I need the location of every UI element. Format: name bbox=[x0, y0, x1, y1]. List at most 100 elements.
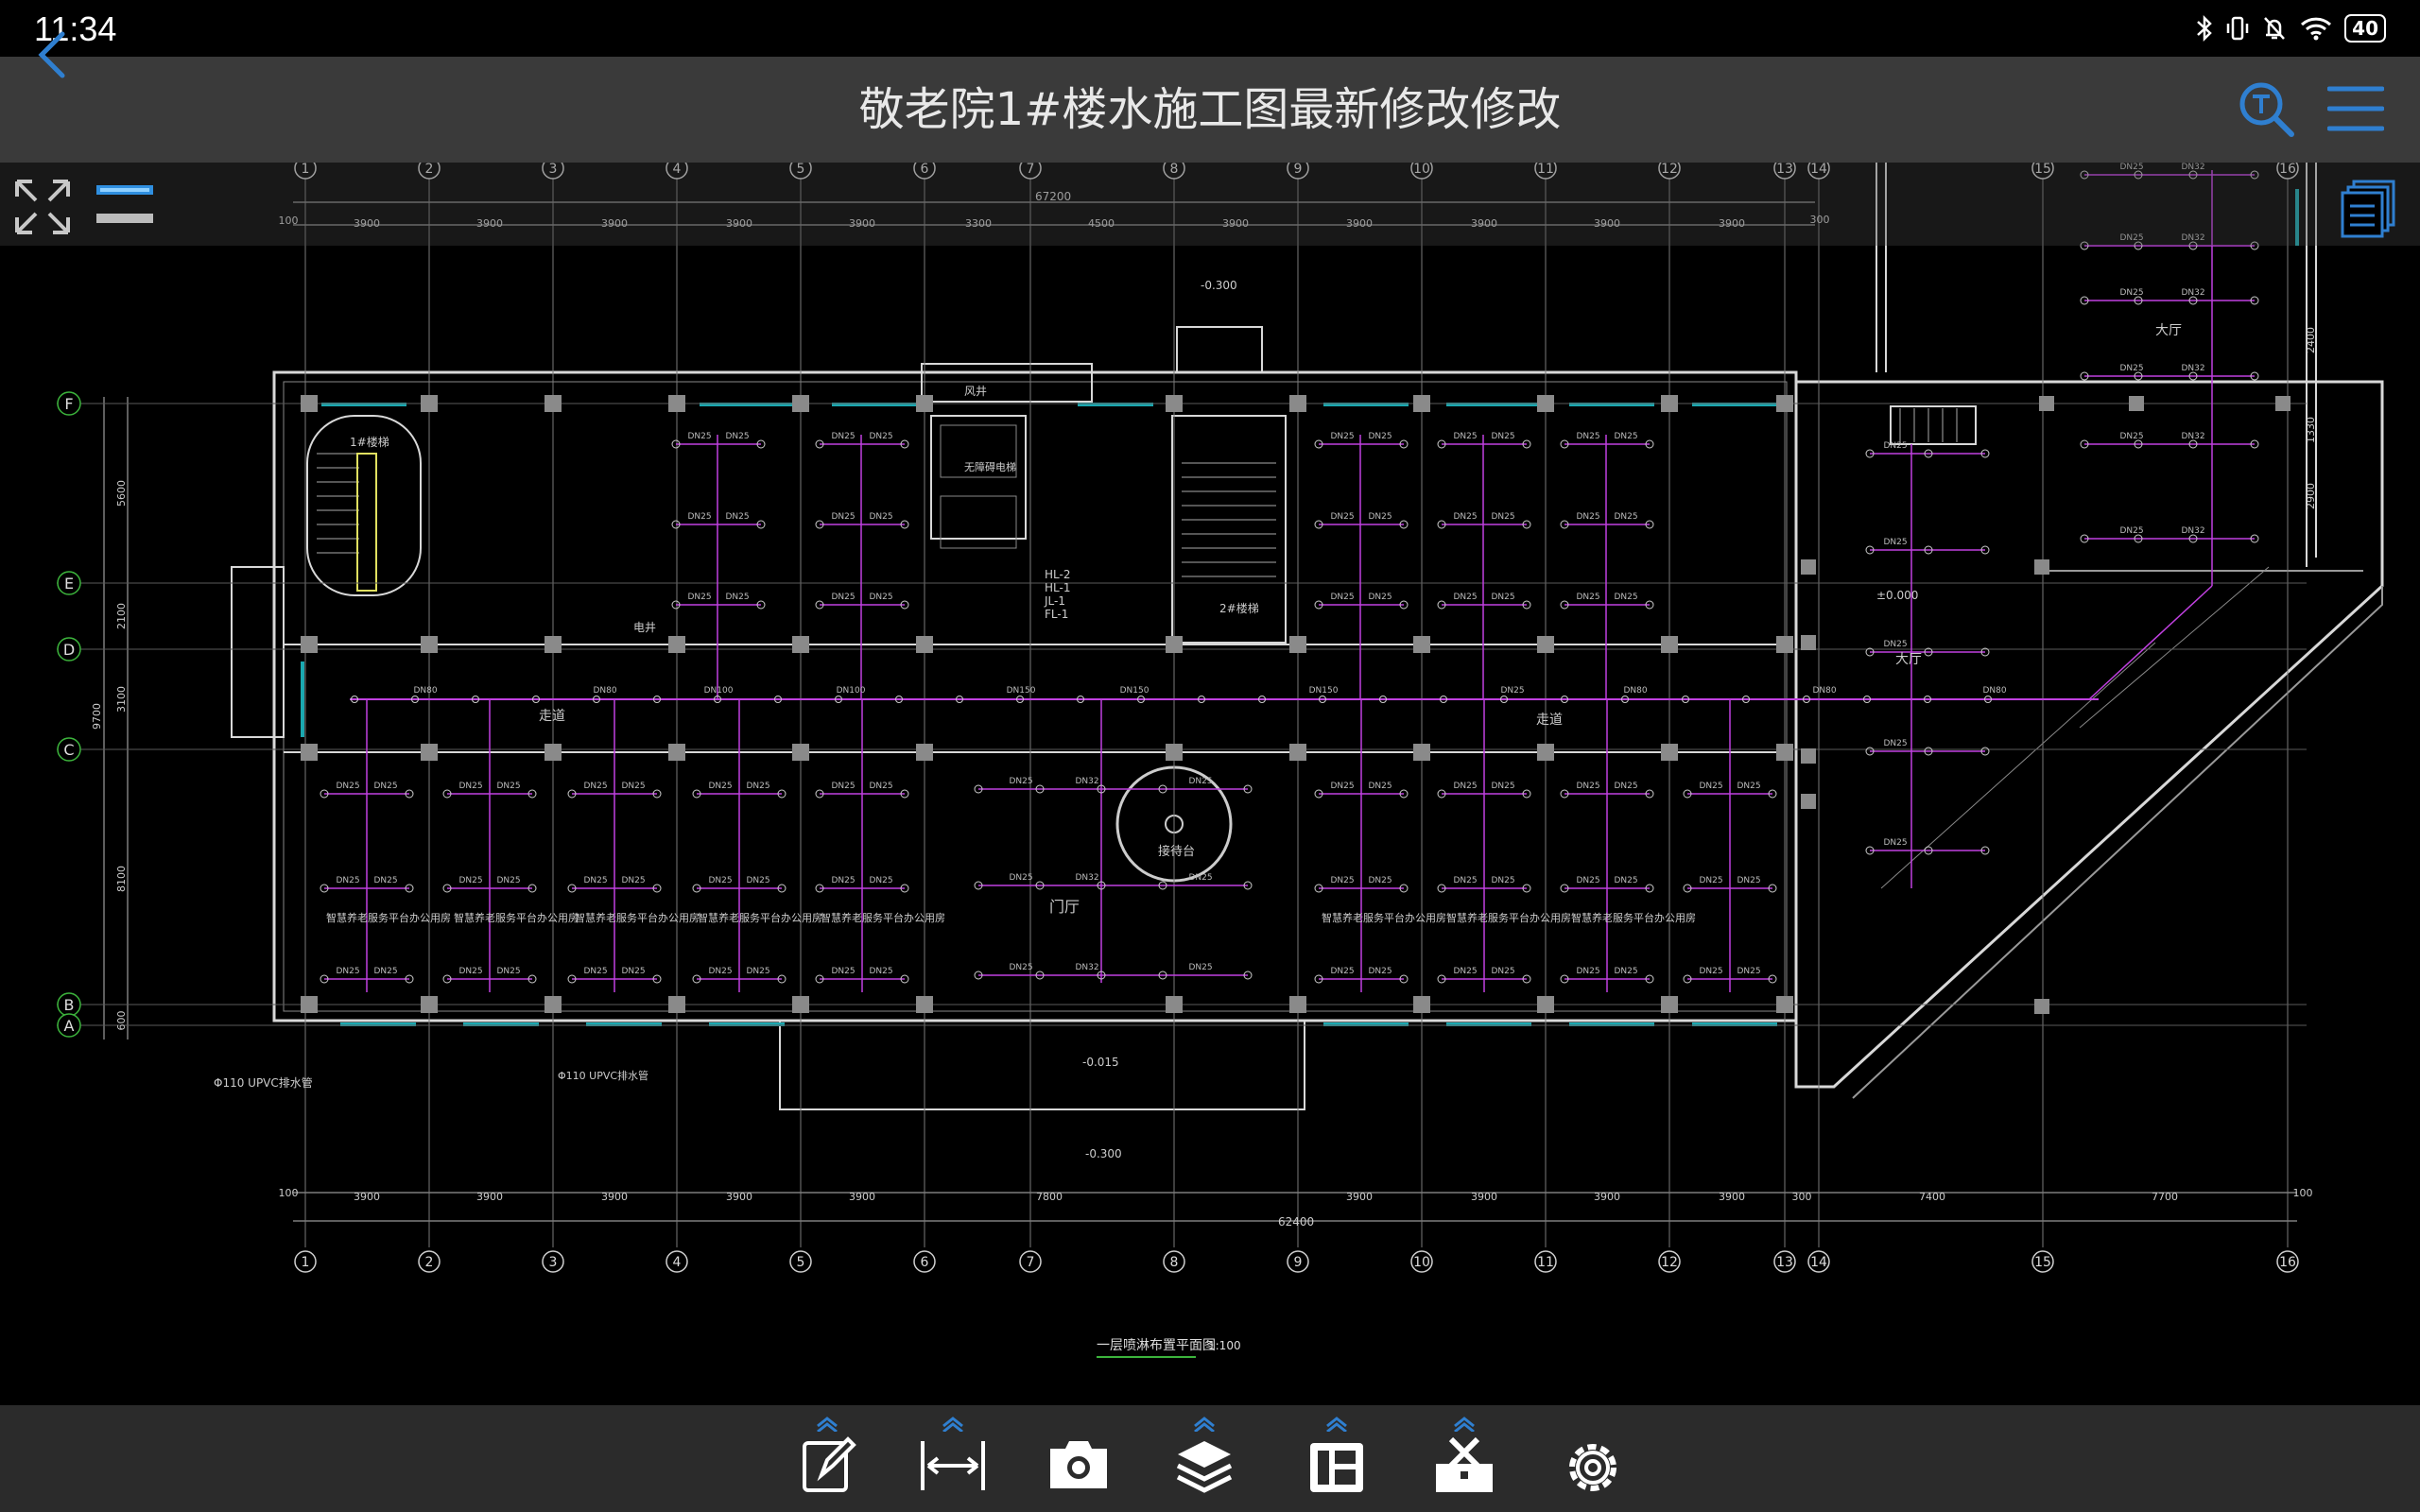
gear-icon bbox=[1569, 1444, 1616, 1491]
column bbox=[2034, 999, 2049, 1014]
column bbox=[1537, 395, 1554, 412]
grid-letter-label: B bbox=[64, 996, 75, 1014]
room-label-corridor-2: 走道 bbox=[1536, 713, 1563, 728]
vertical-grid-lines: 1122334455667788991010111112121313141415… bbox=[294, 163, 2299, 1273]
back-button[interactable] bbox=[28, 26, 81, 79]
pipe-size-label: DN25 bbox=[373, 876, 397, 885]
dimension-label: 3900 bbox=[726, 1191, 752, 1203]
pipe-size-label: DN25 bbox=[708, 782, 732, 791]
pipe-size-label: DN25 bbox=[1614, 967, 1637, 976]
column bbox=[668, 996, 685, 1013]
pipe-size-label: DN25 bbox=[1737, 967, 1760, 976]
measure-tool-button[interactable] bbox=[915, 1405, 991, 1512]
room-label-office-5: 智慧养老服务平台办公用房 bbox=[821, 911, 945, 924]
dimension-label: 600 bbox=[115, 1011, 128, 1031]
pipe-size-label: DN25 bbox=[496, 782, 520, 791]
dimension-label: 3900 bbox=[1471, 1191, 1497, 1203]
level-hall: ±0.000 bbox=[1876, 589, 1918, 602]
pipe-size-label: DN25 bbox=[725, 512, 749, 522]
menu-button[interactable] bbox=[2326, 83, 2385, 134]
wifi-icon bbox=[2301, 17, 2332, 41]
room-label-electrical: 电井 bbox=[633, 621, 656, 634]
column bbox=[792, 636, 809, 653]
settings-button[interactable] bbox=[1555, 1405, 1631, 1512]
column bbox=[1166, 744, 1183, 761]
pipe-size-label: DN25 bbox=[687, 432, 711, 441]
pipe-size-label: DN80 bbox=[593, 686, 616, 696]
chevron-up-icon bbox=[1454, 1417, 1475, 1432]
column bbox=[1776, 744, 1793, 761]
column bbox=[1801, 559, 1816, 575]
column bbox=[1289, 744, 1306, 761]
line-weight-toggle[interactable] bbox=[95, 180, 157, 232]
dimension-labels: 3900 3900 3900 3900 3900 3300 4500 3900 3900 3900… bbox=[91, 214, 2317, 1203]
pipe-size-label: DN25 bbox=[2119, 364, 2143, 373]
pipe-size-label: DN25 bbox=[373, 782, 397, 791]
column bbox=[1413, 636, 1430, 653]
pipe-size-label: DN32 bbox=[2181, 288, 2204, 298]
column bbox=[2034, 559, 2049, 575]
pipe-size-label: DN25 bbox=[1500, 686, 1524, 696]
level-bottom: -0.300 bbox=[1085, 1147, 1122, 1160]
text-search-button[interactable] bbox=[2237, 79, 2297, 140]
cad-drawing-canvas[interactable]: 1122334455667788991010111112121313141415… bbox=[0, 163, 2420, 1405]
screenshot-tool-button[interactable] bbox=[1041, 1405, 1116, 1512]
pipe-size-label: DN25 bbox=[373, 967, 397, 976]
dimension-label: 1330 bbox=[2305, 417, 2317, 443]
column bbox=[792, 395, 809, 412]
column bbox=[668, 636, 685, 653]
column bbox=[1413, 744, 1430, 761]
pipe-size-label: DN25 bbox=[1330, 876, 1354, 885]
pipe-size-label: DN25 bbox=[1453, 512, 1477, 522]
dimension-label: 5600 bbox=[115, 480, 128, 507]
dimension-label: 2100 bbox=[115, 603, 128, 629]
room-label-office-3: 智慧养老服务平台办公用房 bbox=[575, 911, 700, 924]
mute-icon bbox=[2264, 17, 2286, 40]
dimension-label: 2400 bbox=[2305, 327, 2317, 353]
column bbox=[916, 744, 933, 761]
riser-label-1: HL-2 bbox=[1045, 568, 1070, 581]
pipe-size-label: DN25 bbox=[1491, 967, 1514, 976]
line-weight-icon bbox=[96, 185, 153, 223]
room-label-elevator: 无障碍电梯 bbox=[964, 460, 1016, 473]
pipe-size-label: DN25 bbox=[1453, 432, 1477, 441]
column bbox=[916, 636, 933, 653]
pipe-size-label: DN25 bbox=[869, 782, 892, 791]
chevron-up-icon bbox=[1326, 1417, 1347, 1432]
pipe-size-label: DN25 bbox=[621, 876, 645, 885]
column bbox=[1661, 744, 1678, 761]
column bbox=[301, 636, 318, 653]
room-label-office-7: 智慧养老服务平台办公用房 bbox=[1446, 911, 1571, 924]
layout-tool-button[interactable] bbox=[1299, 1405, 1374, 1512]
grid-number-label: 11 bbox=[1537, 1255, 1554, 1270]
fit-to-screen-button[interactable] bbox=[13, 178, 72, 236]
dimension-label: 3900 bbox=[1346, 1191, 1373, 1203]
layers-tool-button[interactable] bbox=[1167, 1405, 1242, 1512]
pipe-size-label: DN25 bbox=[1491, 593, 1514, 602]
annotate-tool-button[interactable] bbox=[789, 1405, 865, 1512]
pipe-size-label: DN25 bbox=[621, 782, 645, 791]
pipe-size-label: DN25 bbox=[1614, 512, 1637, 522]
layouts-button[interactable] bbox=[2341, 180, 2397, 238]
pipe-size-label: DN25 bbox=[746, 876, 769, 885]
column bbox=[2129, 396, 2144, 411]
toolbox-tool-button[interactable] bbox=[1426, 1405, 1502, 1512]
pipe-size-label: DN25 bbox=[869, 432, 892, 441]
dimension-label: 9700 bbox=[91, 703, 103, 730]
pipe-size-label: DN32 bbox=[1075, 963, 1098, 972]
dimension-label: 100 bbox=[279, 1187, 299, 1199]
pipe-size-label: DN25 bbox=[831, 593, 855, 602]
grid-number-label: 8 bbox=[1170, 1255, 1179, 1270]
pipe-size-label: DN25 bbox=[1368, 512, 1392, 522]
drawing-scale: 1:100 bbox=[1208, 1339, 1241, 1352]
grid-number-label: 2 bbox=[425, 1255, 434, 1270]
pipe-size-label: DN25 bbox=[458, 782, 482, 791]
dimension-label: 3900 bbox=[849, 1191, 875, 1203]
pipe-size-label: DN25 bbox=[1699, 876, 1722, 885]
pipe-size-label: DN25 bbox=[583, 967, 607, 976]
pipe-size-label: DN25 bbox=[458, 876, 482, 885]
column bbox=[1776, 996, 1793, 1013]
sprinkler-pipes: DN25 DN25 DN25 DN25 DN25 DN25 DN25 DN25 DN25 DN25… bbox=[320, 163, 2259, 992]
pipe-size-label: DN80 bbox=[413, 686, 437, 696]
column bbox=[1801, 635, 1816, 650]
